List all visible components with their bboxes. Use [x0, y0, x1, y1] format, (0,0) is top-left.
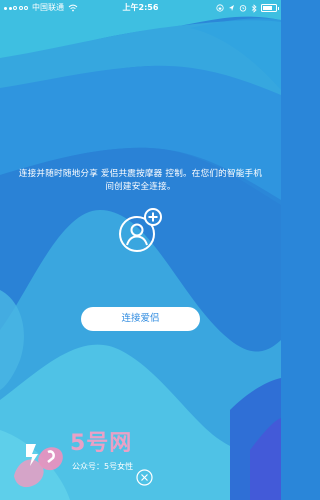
alarm-icon [239, 5, 247, 12]
status-right [216, 0, 279, 16]
add-user-icon[interactable] [116, 206, 166, 256]
connect-partner-button[interactable]: 连接爱侣 [81, 307, 200, 331]
battery-icon [261, 4, 279, 12]
close-icon[interactable] [136, 469, 153, 486]
watermark-site: 5号网 [70, 431, 133, 456]
lock-icon [216, 4, 224, 12]
location-icon [229, 5, 234, 11]
description-text: 连接并随时随地分享 爱侣共震按摩器 控制。在您们的智能手机间创建安全连接。 [18, 169, 263, 192]
status-bar: 中国联通 上午2:56 [0, 0, 281, 16]
watermark-account: 公众号：5号女性 [72, 462, 134, 471]
bluetooth-icon [251, 3, 257, 13]
